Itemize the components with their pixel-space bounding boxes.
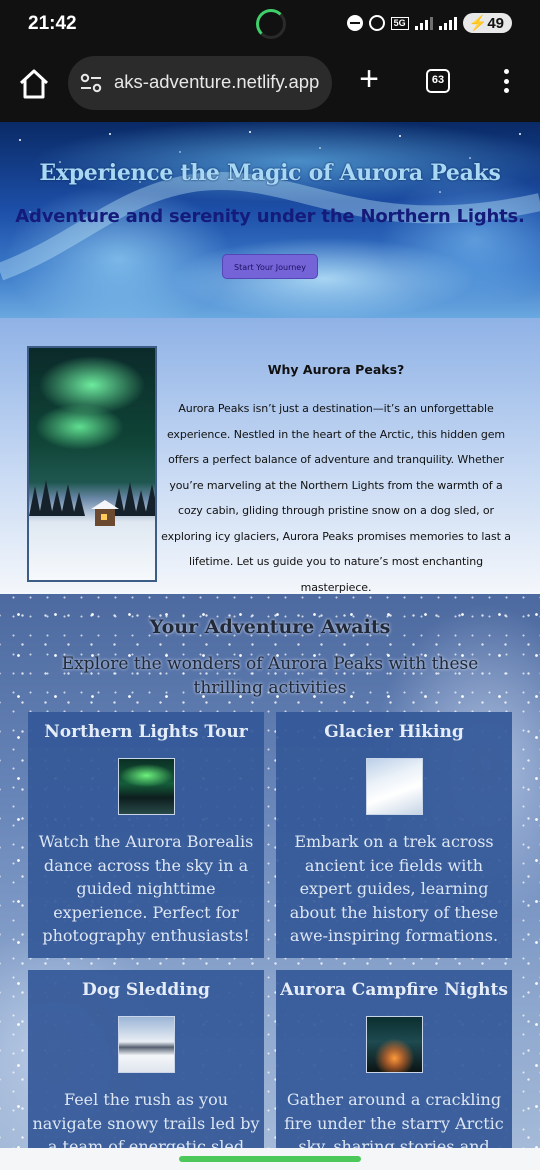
activity-card[interactable]: Glacier Hiking Embark on a trek across a…	[276, 712, 512, 958]
about-text: Aurora Peaks isn’t just a destination—it…	[161, 402, 511, 594]
signal-icon	[438, 16, 457, 30]
status-icons: 5G ⚡ 49	[346, 13, 512, 33]
dog-sledding-image	[118, 1016, 175, 1073]
activities-section: Your Adventure Awaits Explore the wonder…	[0, 594, 540, 1156]
activity-card-text: Feel the rush as you navigate snowy trai…	[32, 1090, 260, 1156]
tab-count: 63	[431, 74, 445, 86]
loading-spinner-icon	[256, 9, 286, 39]
activity-card-title: Northern Lights Tour	[44, 722, 248, 742]
status-bar: 21:42 5G ⚡ 49	[0, 0, 540, 50]
start-journey-button[interactable]: Start Your Journey	[222, 254, 318, 279]
activity-card-text: Gather around a crackling fire under the…	[284, 1090, 504, 1156]
glacier-hiking-image	[366, 758, 423, 815]
campfire-image	[366, 1016, 423, 1073]
gesture-handle[interactable]	[179, 1156, 361, 1162]
hero-subtitle: Adventure and serenity under the Norther…	[15, 206, 525, 227]
url-text: aks-adventure.netlify.app	[114, 71, 320, 92]
activity-card[interactable]: Dog Sledding Feel the rush as you naviga…	[28, 970, 264, 1156]
battery-icon: ⚡ 49	[462, 13, 512, 33]
more-vert-icon[interactable]	[496, 66, 516, 96]
browser-toolbar: aks-adventure.netlify.app + 63	[0, 50, 540, 122]
hero-section: Experience the Magic of Aurora Peaks Adv…	[0, 122, 540, 318]
activity-card-text: Embark on a trek across ancient ice fiel…	[289, 832, 499, 945]
home-icon	[19, 69, 49, 99]
activity-card-text: Watch the Aurora Borealis dance across t…	[38, 832, 254, 945]
activity-card[interactable]: Aurora Campfire Nights Gather around a c…	[276, 970, 512, 1156]
network-icon: 5G	[390, 16, 409, 30]
activities-subtitle: Explore the wonders of Aurora Peaks with…	[61, 654, 479, 698]
battery-level: 49	[487, 14, 504, 32]
site-settings-icon[interactable]	[80, 73, 102, 93]
northern-lights-image	[118, 758, 175, 815]
activities-title: Your Adventure Awaits	[149, 616, 391, 638]
hotspot-icon	[368, 15, 385, 31]
tab-switcher-button[interactable]: 63	[426, 69, 450, 93]
address-bar[interactable]: aks-adventure.netlify.app	[68, 56, 332, 110]
activity-card-title: Aurora Campfire Nights	[280, 980, 508, 1000]
activity-card-title: Glacier Hiking	[324, 722, 464, 742]
activity-card-title: Dog Sledding	[82, 980, 210, 1000]
hero-title: Experience the Magic of Aurora Peaks	[39, 160, 501, 186]
home-button[interactable]	[16, 66, 52, 102]
activity-card[interactable]: Northern Lights Tour Watch the Aurora Bo…	[28, 712, 264, 958]
aurora-cabin-image	[27, 346, 157, 582]
new-tab-button[interactable]: +	[352, 62, 386, 98]
status-time: 21:42	[28, 13, 77, 34]
plus-icon: +	[359, 60, 379, 98]
about-heading: Why Aurora Peaks?	[267, 362, 405, 377]
dnd-icon	[346, 15, 363, 31]
signal-icon	[414, 16, 433, 30]
about-section: Why Aurora Peaks? Aurora Peaks isn’t jus…	[0, 318, 540, 594]
